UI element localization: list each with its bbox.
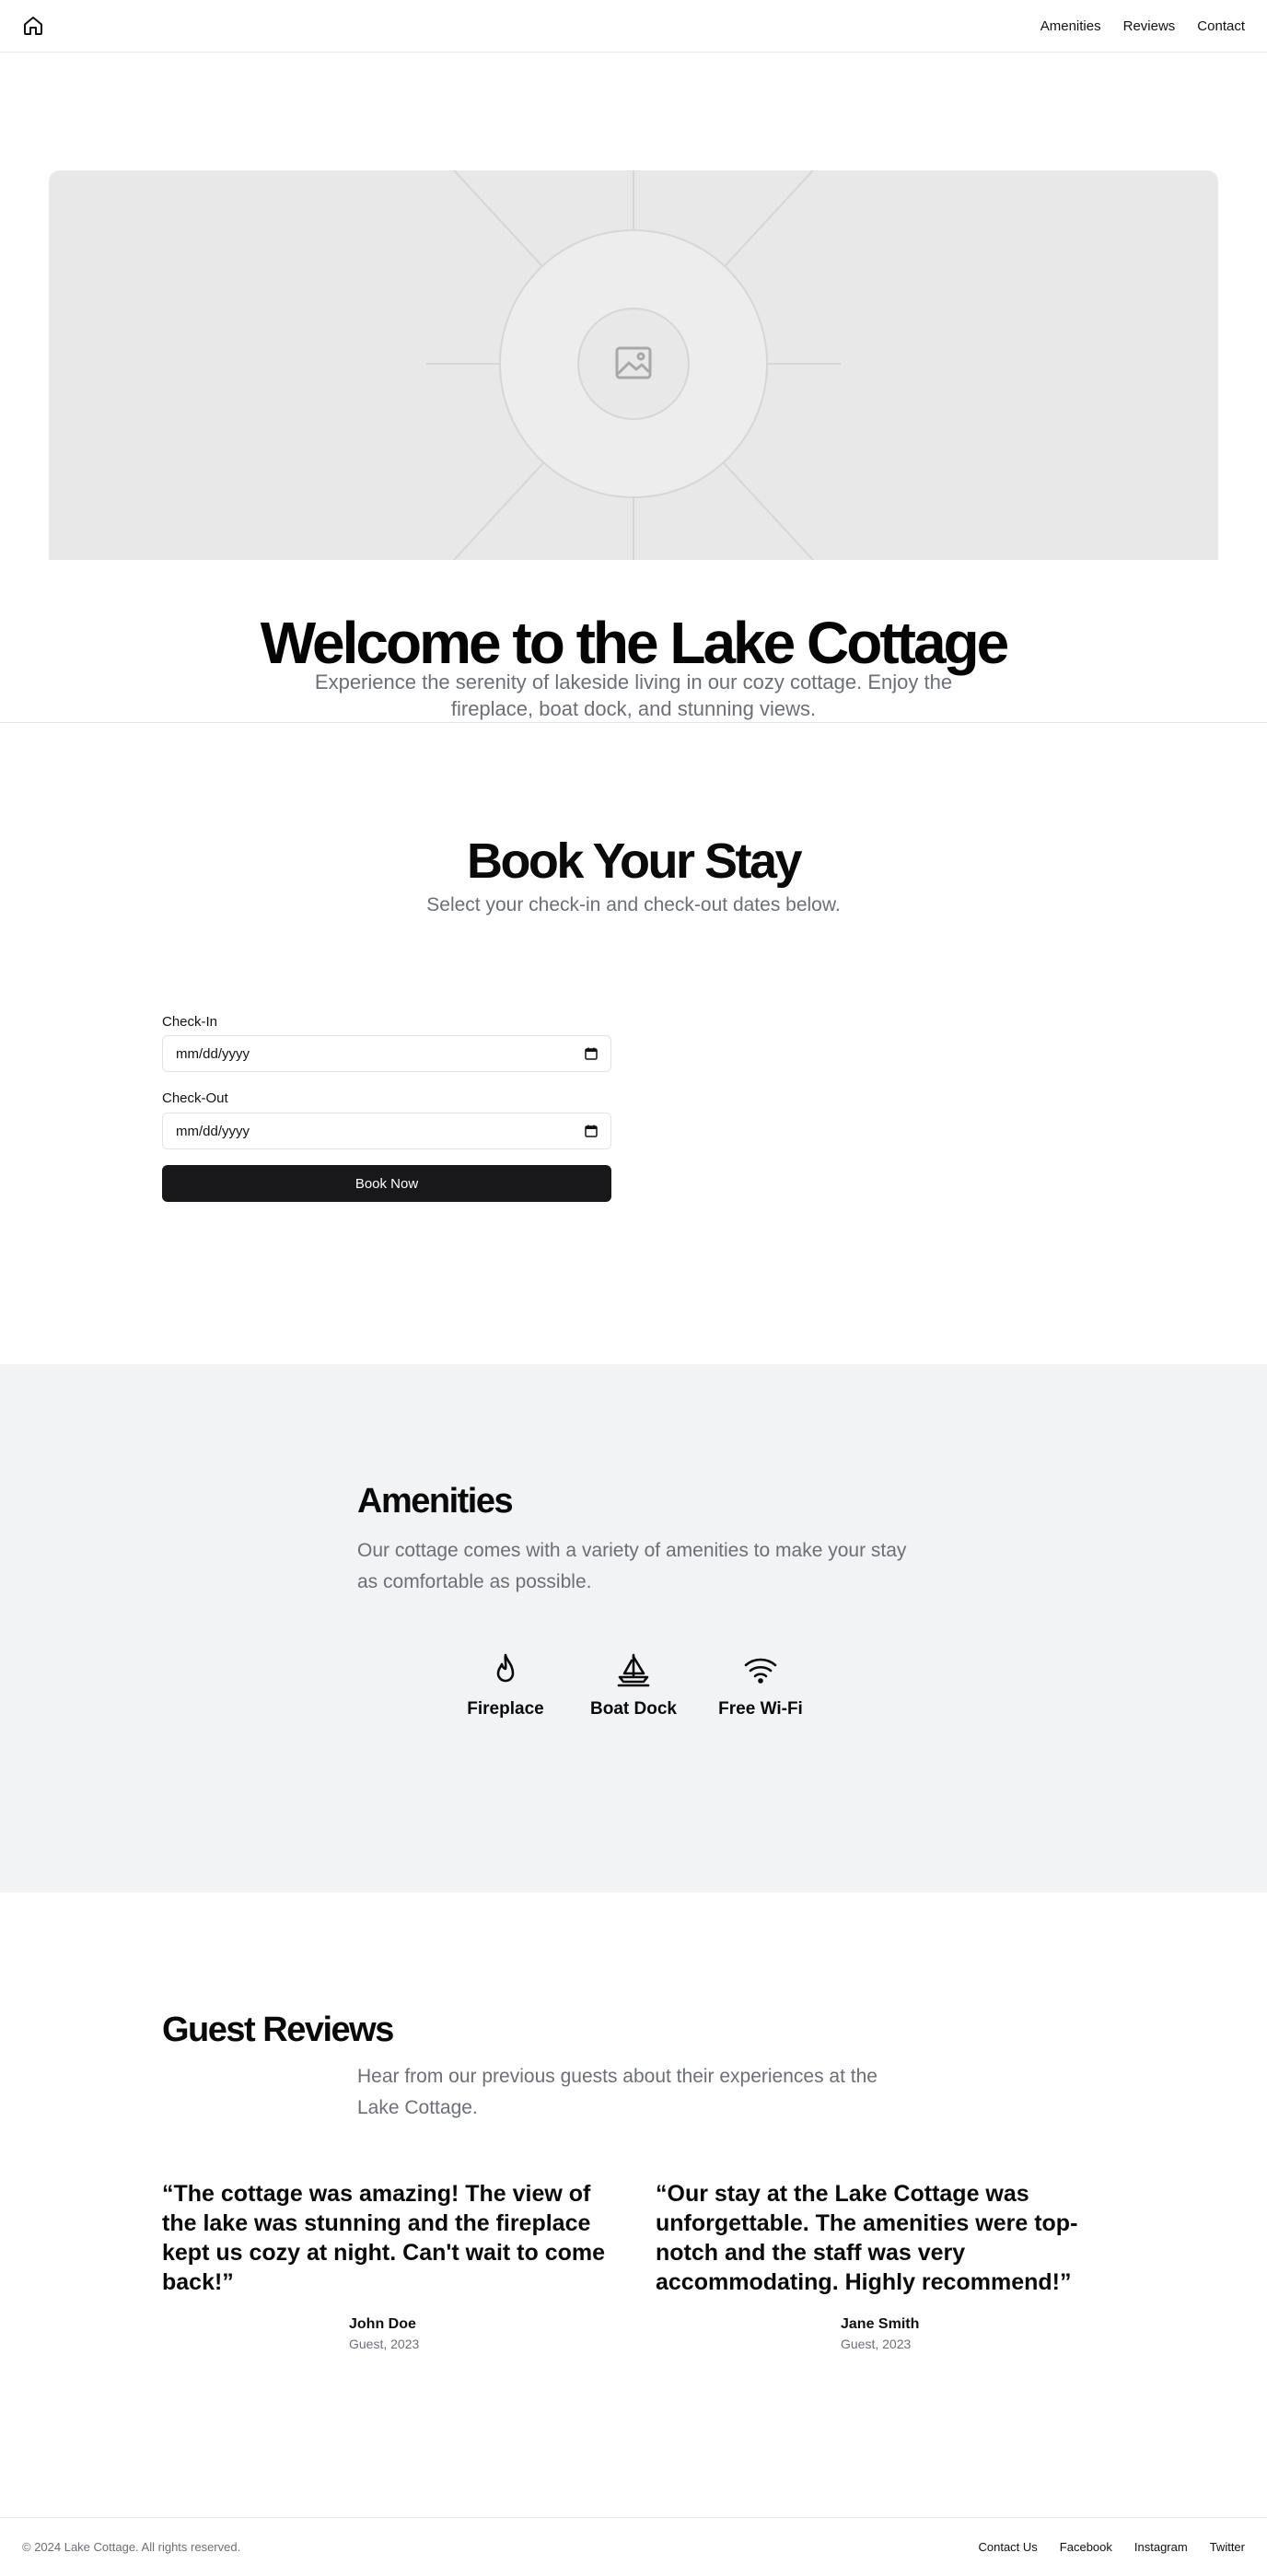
reviews-subtitle: Hear from our previous guests about thei… — [357, 2066, 878, 2118]
wifi-icon — [744, 1658, 777, 1684]
calendar-icon[interactable] — [585, 1047, 598, 1060]
nav-link-amenities[interactable]: Amenities — [1040, 18, 1101, 34]
placeholder-graphic — [426, 170, 841, 560]
nav-link-reviews[interactable]: Reviews — [1123, 18, 1176, 34]
site-footer: © 2024 Lake Cottage. All rights reserved… — [0, 2517, 1267, 2576]
review-author-meta: Guest, 2023 — [349, 2337, 420, 2351]
booking-title: Book Your Stay — [466, 833, 803, 889]
booking-subtitle: Select your check-in and check-out dates… — [426, 894, 841, 915]
amenity-fireplace: Fireplace — [450, 1651, 561, 1719]
checkin-label: Check-In — [162, 1014, 218, 1030]
nav-link-contact[interactable]: Contact — [1197, 18, 1245, 34]
amenities-section — [0, 1364, 1267, 1893]
book-now-button[interactable]: Book Now — [162, 1165, 611, 1202]
amenity-label: Free Wi-Fi — [718, 1699, 803, 1719]
review-author-meta: Guest, 2023 — [841, 2337, 912, 2351]
amenity-label: Fireplace — [467, 1699, 544, 1719]
footer-link-instagram[interactable]: Instagram — [1134, 2540, 1188, 2554]
main-nav: Amenities Reviews Contact — [1040, 18, 1245, 34]
reviews-title: Guest Reviews — [162, 2011, 394, 2049]
hero-title: Welcome to the Lake Cottage — [260, 610, 1009, 676]
site-header: Amenities Reviews Contact — [0, 0, 1267, 52]
hero-subtitle: Experience the serenity of lakeside livi… — [314, 670, 953, 720]
review-author-name: John Doe — [349, 2316, 416, 2332]
calendar-icon[interactable] — [585, 1125, 598, 1137]
review-quote: “The cottage was amazing! The view of th… — [162, 2181, 606, 2295]
checkout-value: mm/dd/yyyy — [176, 1123, 250, 1139]
sailboat-icon — [617, 1653, 650, 1687]
footer-link-twitter[interactable]: Twitter — [1210, 2540, 1245, 2554]
amenities-title: Amenities — [357, 1482, 514, 1521]
flame-icon — [496, 1653, 515, 1683]
review-author-name: Jane Smith — [841, 2316, 920, 2332]
footer-link-facebook[interactable]: Facebook — [1060, 2540, 1112, 2554]
review-quote: “Our stay at the Lake Cottage was unforg… — [656, 2181, 1078, 2295]
amenity-boat-dock: Boat Dock — [578, 1651, 689, 1719]
copyright-text: © 2024 Lake Cottage. All rights reserved… — [22, 2540, 241, 2554]
checkin-date-input[interactable]: mm/dd/yyyy — [162, 1035, 611, 1072]
amenities-subtitle: Our cottage comes with a variety of amen… — [357, 1540, 907, 1592]
checkout-label: Check-Out — [162, 1090, 228, 1106]
hero-image-placeholder — [49, 170, 1218, 560]
checkin-value: mm/dd/yyyy — [176, 1045, 250, 1062]
amenity-label: Boat Dock — [590, 1699, 677, 1719]
amenity-wifi: Free Wi-Fi — [705, 1651, 816, 1719]
home-icon[interactable] — [22, 15, 44, 37]
footer-link-contact-us[interactable]: Contact Us — [978, 2540, 1037, 2554]
checkout-date-input[interactable]: mm/dd/yyyy — [162, 1113, 611, 1149]
footer-links: Contact Us Facebook Instagram Twitter — [978, 2540, 1245, 2554]
section-divider — [0, 722, 1267, 723]
